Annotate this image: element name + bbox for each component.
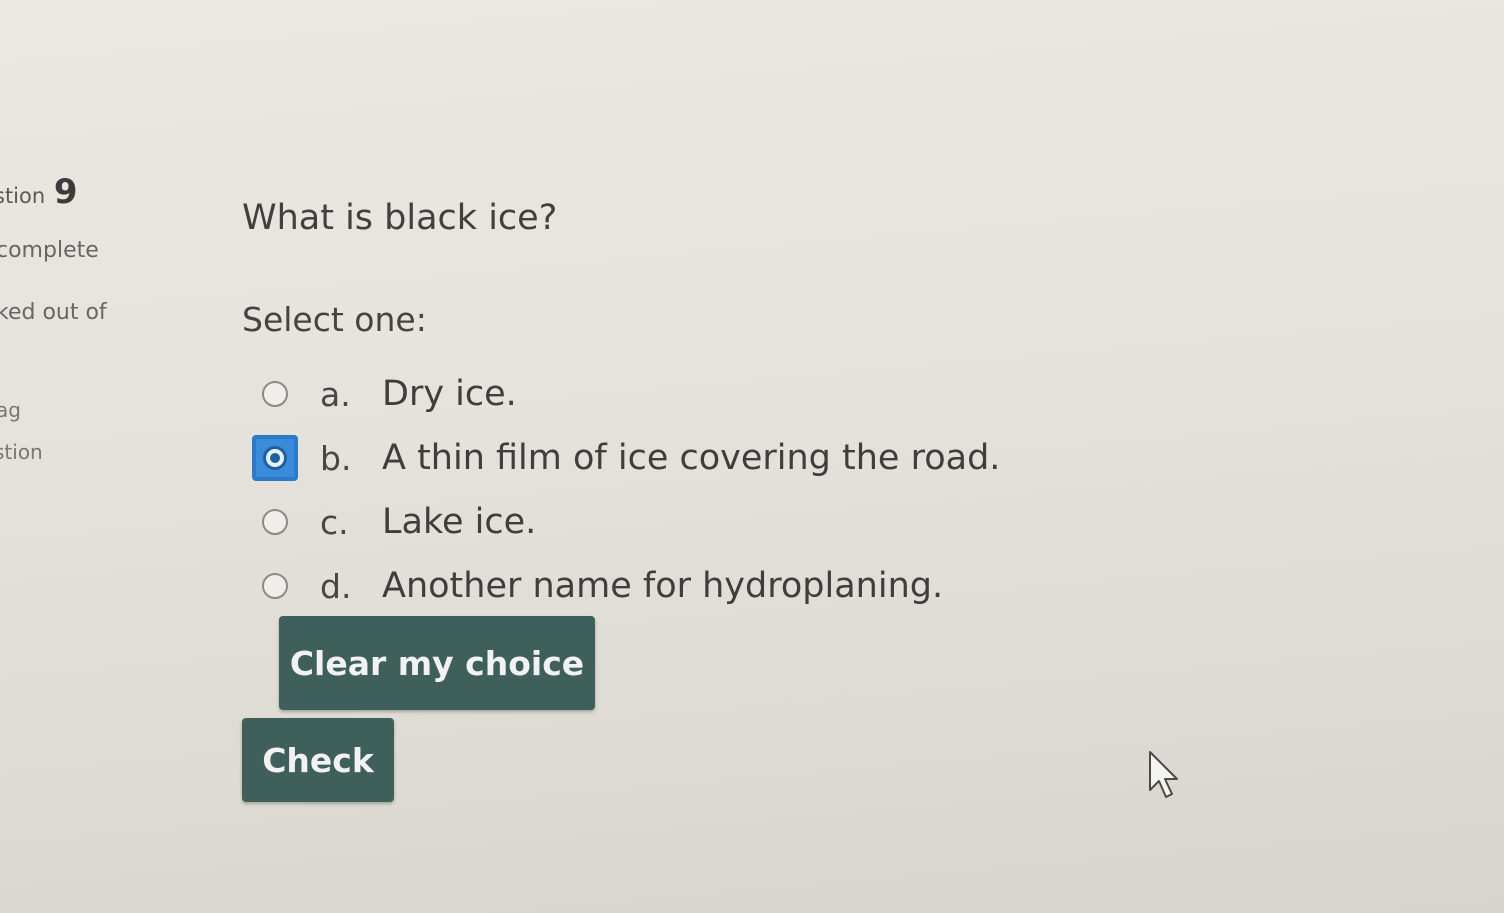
answer-option-c[interactable]: c. Lake ice.	[252, 490, 1000, 554]
answer-letter: c.	[320, 502, 349, 542]
answer-text[interactable]: A thin film of ice covering the road.	[382, 438, 1000, 478]
answer-letter: d.	[320, 566, 352, 606]
answer-list: a. Dry ice. b. A thin film of ice coveri…	[252, 362, 1000, 618]
clear-choice-button[interactable]: Clear my choice	[279, 616, 595, 710]
question-grade: ked out of	[0, 300, 107, 325]
question-label: stion	[0, 184, 46, 208]
flag-question-text[interactable]: stion	[0, 440, 43, 464]
answer-text[interactable]: Another name for hydroplaning.	[382, 566, 943, 606]
radio-dot-icon	[263, 446, 287, 470]
answer-option-d[interactable]: d. Another name for hydroplaning.	[252, 554, 1000, 618]
question-number: stion 9	[0, 172, 78, 212]
answer-letter: a.	[320, 374, 351, 414]
flag-question-link[interactable]: ag	[0, 398, 21, 422]
radio-d[interactable]	[262, 573, 288, 599]
select-prompt: Select one:	[242, 300, 427, 339]
radio-a[interactable]	[262, 381, 288, 407]
question-info-panel: stion 9 complete ked out of ag stion	[0, 0, 200, 913]
question-number-value: 9	[53, 172, 78, 212]
question-text: What is black ice?	[242, 198, 558, 238]
answer-option-b[interactable]: b. A thin film of ice covering the road.	[252, 426, 1000, 490]
radio-c[interactable]	[262, 509, 288, 535]
check-button[interactable]: Check	[242, 718, 394, 802]
radio-b-selected[interactable]	[252, 435, 298, 481]
answer-letter: b.	[320, 438, 352, 478]
mouse-cursor-icon	[1149, 751, 1178, 798]
answer-option-a[interactable]: a. Dry ice.	[252, 362, 1000, 426]
answer-text[interactable]: Lake ice.	[382, 502, 536, 542]
question-state: complete	[0, 238, 99, 263]
answer-text[interactable]: Dry ice.	[382, 374, 517, 414]
